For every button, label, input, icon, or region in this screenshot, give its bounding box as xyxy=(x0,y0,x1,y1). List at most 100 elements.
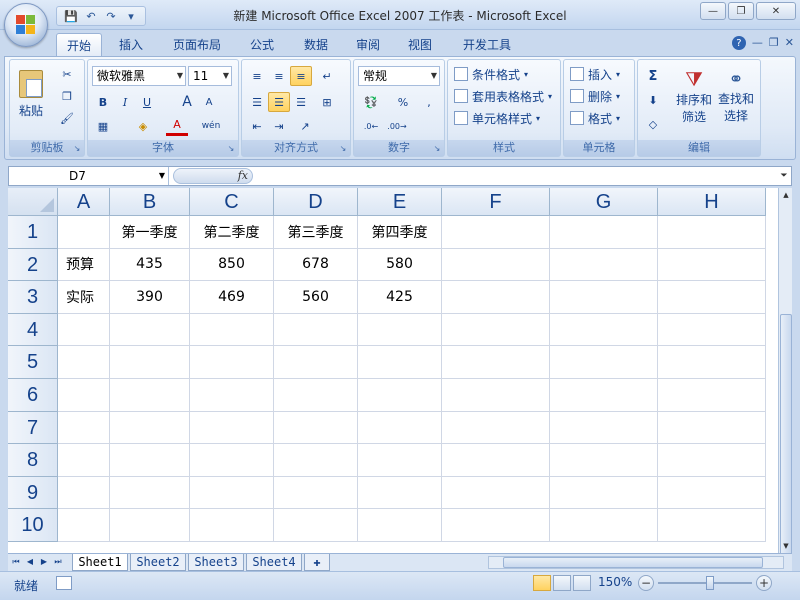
border-icon[interactable]: ▦ xyxy=(92,116,114,136)
align-right-icon[interactable]: ☰ xyxy=(290,92,312,112)
minimize-button[interactable]: — xyxy=(700,2,726,20)
format-as-table-button[interactable]: 套用表格格式 ▾ xyxy=(454,86,552,106)
decrease-indent-icon[interactable]: ⇤ xyxy=(246,116,268,136)
comma-button[interactable]: , xyxy=(418,92,440,112)
first-sheet-icon[interactable]: ⏮ xyxy=(10,556,22,568)
cell-d8[interactable] xyxy=(274,444,358,477)
grow-font-button[interactable]: A xyxy=(176,92,198,112)
cell-d9[interactable] xyxy=(274,476,358,510)
tab-home[interactable]: 开始 xyxy=(56,33,102,56)
insert-function-icon[interactable]: fx xyxy=(238,169,248,182)
cell-a8[interactable] xyxy=(58,444,110,477)
cell-b5[interactable] xyxy=(110,346,190,379)
sheet-tab-3[interactable]: Sheet3 xyxy=(188,554,244,571)
cell-c5[interactable] xyxy=(190,346,274,379)
sheet-tab-4[interactable]: Sheet4 xyxy=(246,554,302,571)
tab-data[interactable]: 数据 xyxy=(294,33,338,56)
tab-page-layout[interactable]: 页面布局 xyxy=(166,33,228,56)
tab-developer[interactable]: 开发工具 xyxy=(456,33,518,56)
office-button[interactable] xyxy=(4,3,48,47)
cell-d4[interactable] xyxy=(274,313,358,347)
cell-f4[interactable] xyxy=(442,313,550,347)
cell-h6[interactable] xyxy=(658,379,766,412)
zoom-in-icon[interactable]: + xyxy=(756,575,772,591)
number-launcher-icon[interactable]: ↘ xyxy=(432,144,442,154)
cell-c10[interactable] xyxy=(190,509,274,542)
cell-h4[interactable] xyxy=(658,313,766,347)
cell-a1[interactable] xyxy=(58,216,110,249)
increase-indent-icon[interactable]: ⇥ xyxy=(268,116,290,136)
align-bottom-icon[interactable]: ≡ xyxy=(290,66,312,86)
cell-f7[interactable] xyxy=(442,411,550,445)
cell-g1[interactable] xyxy=(550,216,658,249)
cell-e8[interactable] xyxy=(358,444,442,477)
vertical-scroll-thumb[interactable] xyxy=(780,314,792,562)
cell-d6[interactable] xyxy=(274,379,358,412)
column-header-c[interactable]: C xyxy=(190,188,274,216)
cell-g3[interactable] xyxy=(550,281,658,314)
italic-button[interactable]: I xyxy=(114,92,136,112)
cell-a3[interactable]: 实际 xyxy=(58,281,110,314)
cell-d7[interactable] xyxy=(274,411,358,445)
fill-color-icon[interactable]: ◈ xyxy=(132,116,154,136)
cell-g9[interactable] xyxy=(550,476,658,510)
zoom-slider-track[interactable] xyxy=(658,582,752,584)
cell-b6[interactable] xyxy=(110,379,190,412)
row-header-9[interactable]: 9 xyxy=(8,476,58,510)
number-format-combo[interactable]: 常规 ▼ xyxy=(358,66,440,86)
cell-b7[interactable] xyxy=(110,411,190,445)
row-header-2[interactable]: 2 xyxy=(8,248,58,282)
cell-b2[interactable]: 435 xyxy=(110,248,190,282)
font-size-combo[interactable]: 11 ▼ xyxy=(188,66,232,86)
ribbon-close-icon[interactable]: ✕ xyxy=(785,36,794,50)
cell-h7[interactable] xyxy=(658,411,766,445)
paste-button[interactable]: 粘贴 xyxy=(14,64,48,124)
cell-a6[interactable] xyxy=(58,379,110,412)
page-break-view-icon[interactable] xyxy=(573,575,591,591)
align-left-icon[interactable]: ☰ xyxy=(246,92,268,112)
sheet-tab-1[interactable]: Sheet1 xyxy=(72,554,128,571)
row-header-4[interactable]: 4 xyxy=(8,313,58,347)
find-select-button[interactable]: ⚭ 查找和 选择 xyxy=(716,64,756,128)
cell-h5[interactable] xyxy=(658,346,766,379)
copy-icon[interactable]: ❐ xyxy=(56,86,78,106)
cell-f6[interactable] xyxy=(442,379,550,412)
zoom-level[interactable]: 150% xyxy=(598,575,632,589)
normal-view-icon[interactable] xyxy=(533,575,551,591)
tab-insert[interactable]: 插入 xyxy=(108,33,154,56)
sort-filter-button[interactable]: ⧩ 排序和 筛选 xyxy=(674,64,714,128)
cell-c2[interactable]: 850 xyxy=(190,248,274,282)
accounting-format-icon[interactable]: 💱 xyxy=(360,92,382,112)
vertical-scrollbar[interactable]: ▲ ▼ xyxy=(778,188,792,562)
ribbon-minimize-icon[interactable]: — xyxy=(752,36,763,50)
name-box[interactable]: D7 ▼ xyxy=(9,167,169,185)
bold-button[interactable]: B xyxy=(92,92,114,112)
cell-h2[interactable] xyxy=(658,248,766,282)
underline-button[interactable]: U xyxy=(136,92,158,112)
cell-h8[interactable] xyxy=(658,444,766,477)
cell-g10[interactable] xyxy=(550,509,658,542)
cell-g7[interactable] xyxy=(550,411,658,445)
insert-sheet-icon[interactable]: ✚ xyxy=(304,554,330,571)
horizontal-scrollbar[interactable] xyxy=(488,556,784,569)
cell-e4[interactable] xyxy=(358,313,442,347)
cell-c1[interactable]: 第二季度 xyxy=(190,216,274,249)
cell-c4[interactable] xyxy=(190,313,274,347)
cell-a7[interactable] xyxy=(58,411,110,445)
format-cells-button[interactable]: 格式 ▾ xyxy=(570,108,620,128)
shrink-font-button[interactable]: A xyxy=(198,92,220,112)
font-launcher-icon[interactable]: ↘ xyxy=(226,144,236,154)
cell-h10[interactable] xyxy=(658,509,766,542)
column-header-a[interactable]: A xyxy=(58,188,110,216)
cell-f2[interactable] xyxy=(442,248,550,282)
scroll-up-icon[interactable]: ▲ xyxy=(780,188,792,202)
merge-center-icon[interactable]: ⊞ xyxy=(316,92,338,112)
cut-icon[interactable]: ✂ xyxy=(56,64,78,84)
fill-icon[interactable]: ⬇ xyxy=(642,90,664,110)
horizontal-scroll-thumb[interactable] xyxy=(503,557,763,568)
cell-c3[interactable]: 469 xyxy=(190,281,274,314)
zoom-out-icon[interactable]: − xyxy=(638,575,654,591)
column-header-g[interactable]: G xyxy=(550,188,658,216)
cell-f9[interactable] xyxy=(442,476,550,510)
column-header-d[interactable]: D xyxy=(274,188,358,216)
